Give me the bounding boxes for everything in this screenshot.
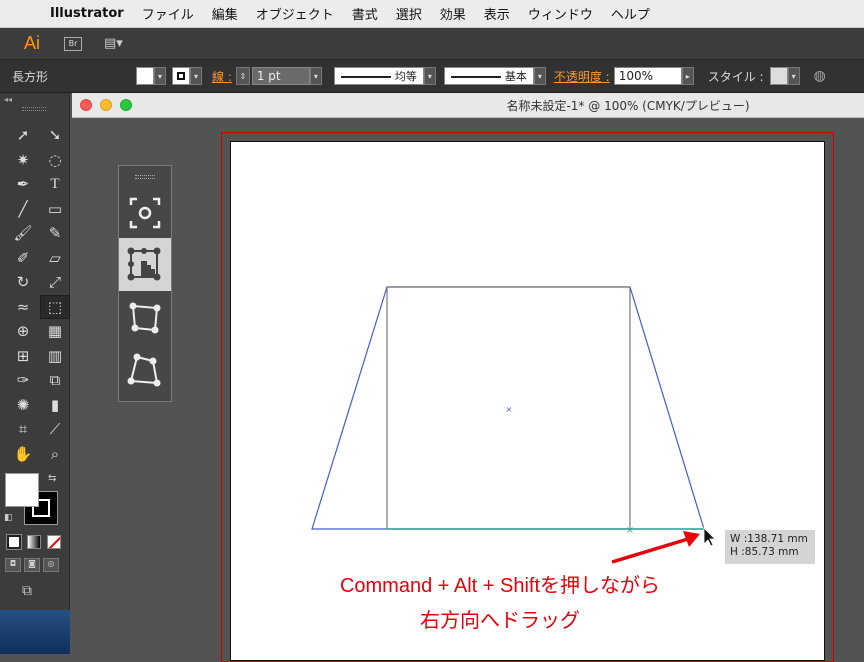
- annotation-line-2: 右方向へドラッグ: [420, 610, 580, 632]
- annotation-line-1: Command + Alt + Shiftを押しながら: [339, 575, 661, 597]
- center-point-icon: ×: [506, 405, 513, 414]
- tooltip-width: W :138.71 mm: [730, 533, 808, 545]
- anchor-marker-icon: ×: [626, 525, 634, 536]
- mouse-cursor-icon: [703, 527, 716, 547]
- annotation-arrow: [611, 537, 689, 564]
- tooltip-height: H :85.73 mm: [730, 546, 799, 558]
- dimension-tooltip: W :138.71 mm H :85.73 mm: [725, 530, 815, 564]
